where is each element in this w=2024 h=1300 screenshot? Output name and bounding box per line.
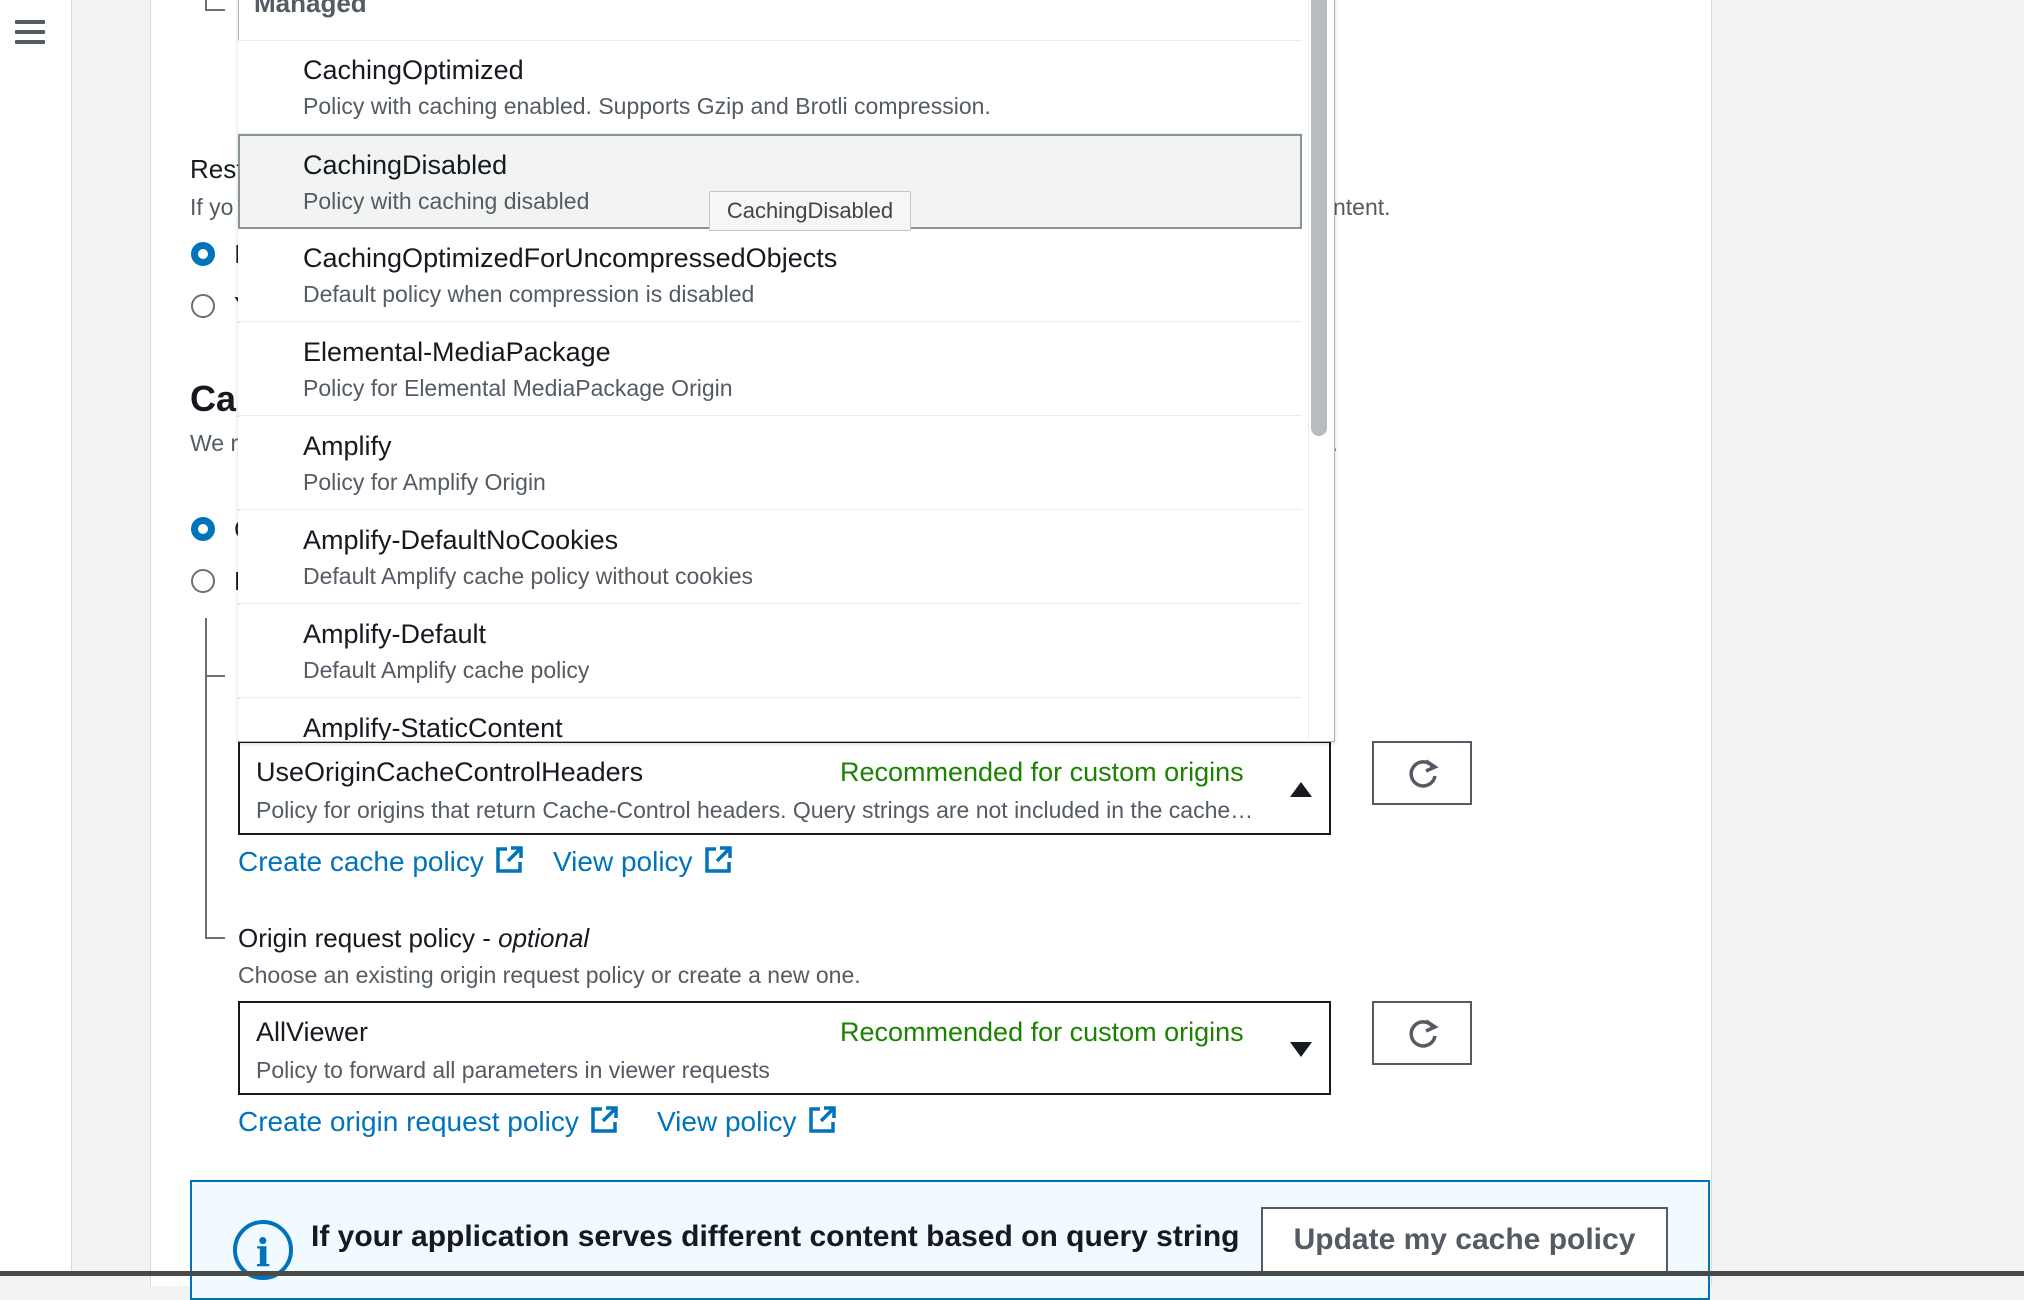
create-cache-policy-link[interactable]: Create cache policy xyxy=(238,845,524,878)
external-link-icon xyxy=(704,846,732,873)
cache-key-section-hint: We r xyxy=(190,430,239,456)
option-description: Policy for Amplify Origin xyxy=(303,469,546,495)
restrict-viewer-access-label: Rest xyxy=(190,154,244,184)
refresh-icon xyxy=(1409,759,1439,788)
caret-down-icon xyxy=(1290,1042,1312,1057)
origin-request-policy-description: Policy to forward all parameters in view… xyxy=(256,1057,770,1083)
option-amplify-default-no-cookies[interactable]: Amplify-DefaultNoCookies Default Amplify… xyxy=(238,511,1302,604)
legacy-cache-settings-radio[interactable] xyxy=(191,569,215,593)
refresh-icon xyxy=(1409,1019,1439,1048)
restrict-yes-radio[interactable] xyxy=(191,294,215,318)
restrict-viewer-access-hint-end: ntent. xyxy=(1333,194,1391,220)
caret-up-icon xyxy=(1290,782,1312,797)
cache-policy-selected-value: UseOriginCacheControlHeaders xyxy=(256,757,644,787)
cache-policy-select[interactable]: UseOriginCacheControlHeaders Recommended… xyxy=(238,741,1331,835)
option-title: CachingOptimized xyxy=(303,55,524,85)
tree-line xyxy=(205,9,225,11)
option-elemental-mediapackage[interactable]: Elemental-MediaPackage Policy for Elemen… xyxy=(238,323,1302,416)
refresh-cache-policies-button[interactable] xyxy=(1372,741,1472,805)
optional-tag: optional xyxy=(498,923,590,953)
option-description: Policy with caching disabled xyxy=(303,188,590,214)
restrict-no-radio[interactable] xyxy=(191,242,215,266)
origin-request-policy-selected-value: AllViewer xyxy=(256,1017,369,1047)
tree-line xyxy=(205,618,207,938)
window-bottom-edge xyxy=(0,1271,2024,1276)
managed-group-label: Managed xyxy=(254,0,367,18)
view-cache-policy-link[interactable]: View policy xyxy=(553,845,733,878)
tree-line xyxy=(205,675,225,677)
option-title: Amplify-StaticContent xyxy=(303,713,563,740)
external-link-icon xyxy=(591,1106,618,1133)
restrict-viewer-access-hint: If yo xyxy=(190,194,234,220)
origin-request-policy-label-text: Origin request policy - xyxy=(238,923,499,953)
create-origin-request-policy-link-text: Create origin request policy xyxy=(238,1106,579,1137)
option-title: Amplify xyxy=(303,431,392,461)
option-tooltip: CachingDisabled xyxy=(709,191,911,231)
external-link-icon xyxy=(808,1106,836,1133)
option-title: Amplify-Default xyxy=(303,619,487,649)
origin-request-policy-select[interactable]: AllViewer Recommended for custom origins… xyxy=(238,1001,1331,1095)
option-title: CachingOptimizedForUncompressedObjects xyxy=(303,243,838,273)
create-origin-request-policy-link[interactable]: Create origin request policy xyxy=(238,1105,619,1138)
cache-policy-description: Policy for origins that return Cache-Con… xyxy=(256,797,1256,823)
listbox-scrollbar-thumb[interactable] xyxy=(1311,0,1327,436)
cache-key-section-heading: Ca xyxy=(190,378,237,419)
origin-request-policy-recommended-tag: Recommended for custom origins xyxy=(840,1017,1244,1047)
option-title: Elemental-MediaPackage xyxy=(303,337,611,367)
option-amplify[interactable]: Amplify Policy for Amplify Origin xyxy=(238,417,1302,510)
cache-policy-recommended-tag: Recommended for custom origins xyxy=(840,757,1244,787)
option-description: Policy for Elemental MediaPackage Origin xyxy=(303,375,733,401)
option-caching-optimized[interactable]: CachingOptimized Policy with caching ena… xyxy=(238,41,1302,134)
view-origin-request-policy-link-text: View policy xyxy=(657,1106,797,1137)
create-cache-policy-link-text: Create cache policy xyxy=(238,846,484,877)
side-navigation-strip xyxy=(0,0,72,1276)
option-amplify-default[interactable]: Amplify-Default Default Amplify cache po… xyxy=(238,605,1302,698)
option-title: CachingDisabled xyxy=(303,150,508,180)
option-description: Default Amplify cache policy without coo… xyxy=(303,563,753,589)
external-link-icon xyxy=(496,846,523,873)
origin-request-policy-label: Origin request policy - optional xyxy=(238,923,589,954)
view-cache-policy-link-text: View policy xyxy=(553,846,693,877)
tree-line xyxy=(205,937,225,939)
option-description: Policy with caching enabled. Supports Gz… xyxy=(303,93,991,119)
alert-message: If your application serves different con… xyxy=(311,1220,1240,1253)
option-caching-optimized-uncompressed[interactable]: CachingOptimizedForUncompressedObjects D… xyxy=(238,229,1302,322)
origin-request-policy-hint: Choose an existing origin request policy… xyxy=(238,962,861,988)
menu-icon[interactable] xyxy=(15,20,45,46)
option-amplify-static-content[interactable]: Amplify-StaticContent xyxy=(238,699,1302,740)
view-origin-request-policy-link[interactable]: View policy xyxy=(657,1105,837,1138)
update-cache-policy-button[interactable]: Update my cache policy xyxy=(1261,1207,1668,1273)
option-title: Amplify-DefaultNoCookies xyxy=(303,525,619,555)
refresh-origin-request-policies-button[interactable] xyxy=(1372,1001,1472,1065)
cache-policy-recommended-radio[interactable] xyxy=(191,517,215,541)
option-description: Default Amplify cache policy xyxy=(303,657,590,683)
option-description: Default policy when compression is disab… xyxy=(303,281,755,307)
